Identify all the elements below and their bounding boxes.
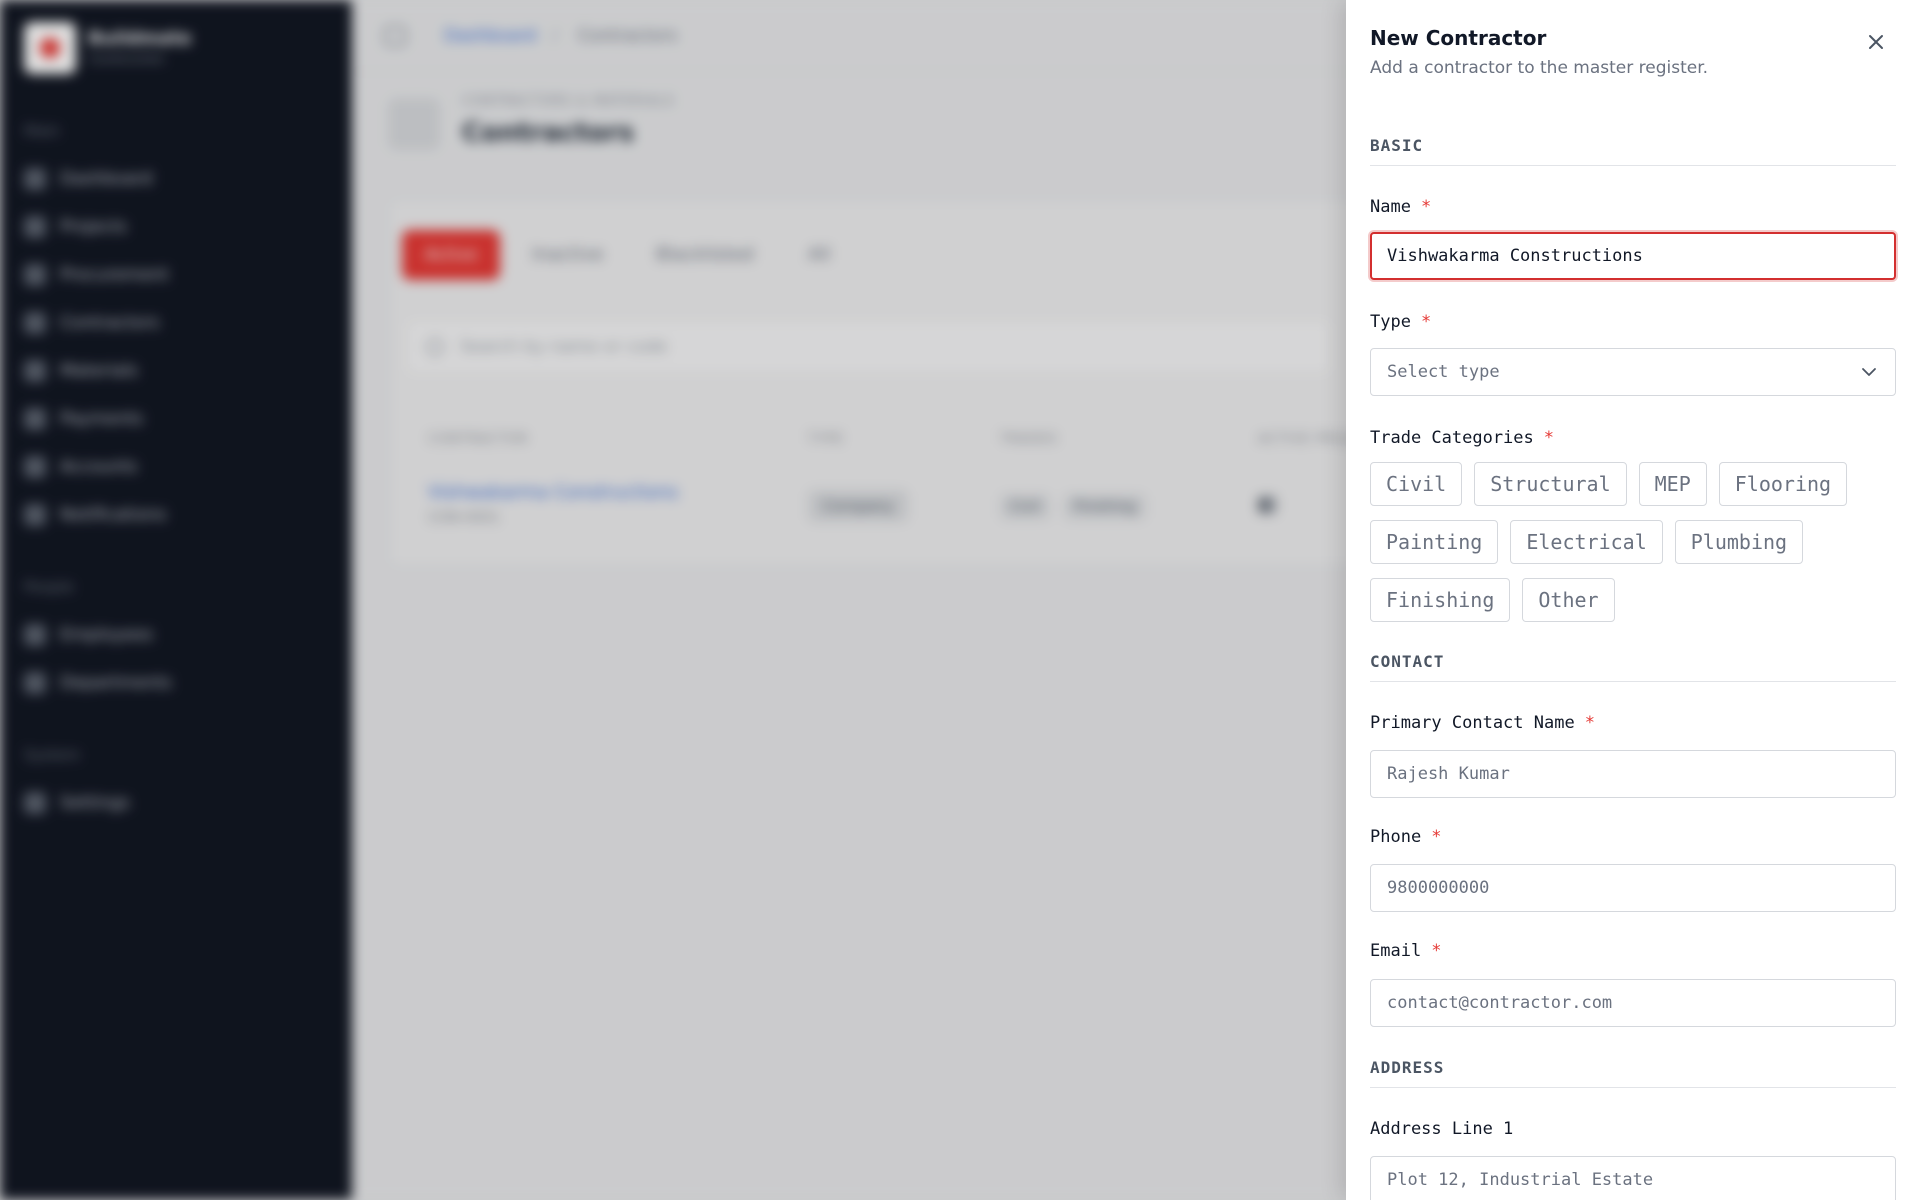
type-label: Type * bbox=[1370, 312, 1431, 332]
name-label: Name * bbox=[1370, 197, 1431, 217]
section-contact: CONTACT bbox=[1370, 652, 1896, 682]
close-icon bbox=[1869, 35, 1883, 49]
trade-chip-mep[interactable]: MEP bbox=[1638, 462, 1707, 506]
required-marker: * bbox=[1431, 941, 1442, 961]
primary-contact-input[interactable] bbox=[1370, 750, 1896, 798]
drawer-subtitle: Add a contractor to the master register. bbox=[1370, 58, 1709, 78]
trade-categories-label-text: Trade Categories bbox=[1370, 428, 1534, 448]
phone-label-text: Phone bbox=[1370, 827, 1422, 847]
chevron-down-icon bbox=[1862, 368, 1876, 376]
trade-chip-finishing[interactable]: Finishing bbox=[1370, 578, 1511, 622]
required-marker: * bbox=[1584, 713, 1595, 733]
modal-backdrop[interactable] bbox=[0, 0, 1346, 1200]
trade-chip-flooring[interactable]: Flooring bbox=[1718, 462, 1848, 506]
phone-label: Phone * bbox=[1370, 827, 1441, 847]
type-select-placeholder: Select type bbox=[1387, 362, 1500, 382]
required-marker: * bbox=[1543, 428, 1555, 448]
trade-chip-painting[interactable]: Painting bbox=[1370, 520, 1499, 564]
required-marker: * bbox=[1431, 827, 1442, 847]
trade-chip-structural[interactable]: Structural bbox=[1474, 462, 1627, 506]
section-address: ADDRESS bbox=[1370, 1058, 1896, 1088]
email-label: Email * bbox=[1370, 941, 1441, 961]
primary-contact-label: Primary Contact Name * bbox=[1370, 713, 1595, 733]
new-contractor-drawer: New Contractor Add a contractor to the m… bbox=[1346, 0, 1920, 1200]
type-select[interactable]: Select type bbox=[1370, 348, 1896, 396]
trade-chip-civil[interactable]: Civil bbox=[1370, 462, 1463, 506]
trade-chip-plumbing[interactable]: Plumbing bbox=[1674, 520, 1804, 564]
address-line-1-label-text: Address Line 1 bbox=[1370, 1119, 1514, 1139]
required-marker: * bbox=[1420, 197, 1432, 217]
primary-contact-label-text: Primary Contact Name bbox=[1370, 713, 1575, 733]
required-marker: * bbox=[1420, 312, 1432, 332]
trade-categories-group: Civil Structural MEP Flooring Painting E… bbox=[1370, 462, 1896, 636]
trade-chip-electrical[interactable]: Electrical bbox=[1510, 520, 1663, 564]
address-line-1-input[interactable] bbox=[1370, 1156, 1896, 1200]
email-input[interactable] bbox=[1370, 979, 1896, 1027]
drawer-title: New Contractor bbox=[1370, 26, 1547, 50]
close-button[interactable] bbox=[1862, 28, 1890, 56]
address-line-1-label: Address Line 1 bbox=[1370, 1119, 1513, 1139]
phone-input[interactable] bbox=[1370, 864, 1896, 912]
section-basic: BASIC bbox=[1370, 136, 1896, 166]
trade-categories-label: Trade Categories * bbox=[1370, 428, 1554, 448]
name-input[interactable] bbox=[1370, 232, 1896, 280]
email-label-text: Email bbox=[1370, 941, 1422, 961]
name-label-text: Name bbox=[1370, 197, 1411, 217]
trade-chip-other[interactable]: Other bbox=[1522, 578, 1615, 622]
type-label-text: Type bbox=[1370, 312, 1411, 332]
